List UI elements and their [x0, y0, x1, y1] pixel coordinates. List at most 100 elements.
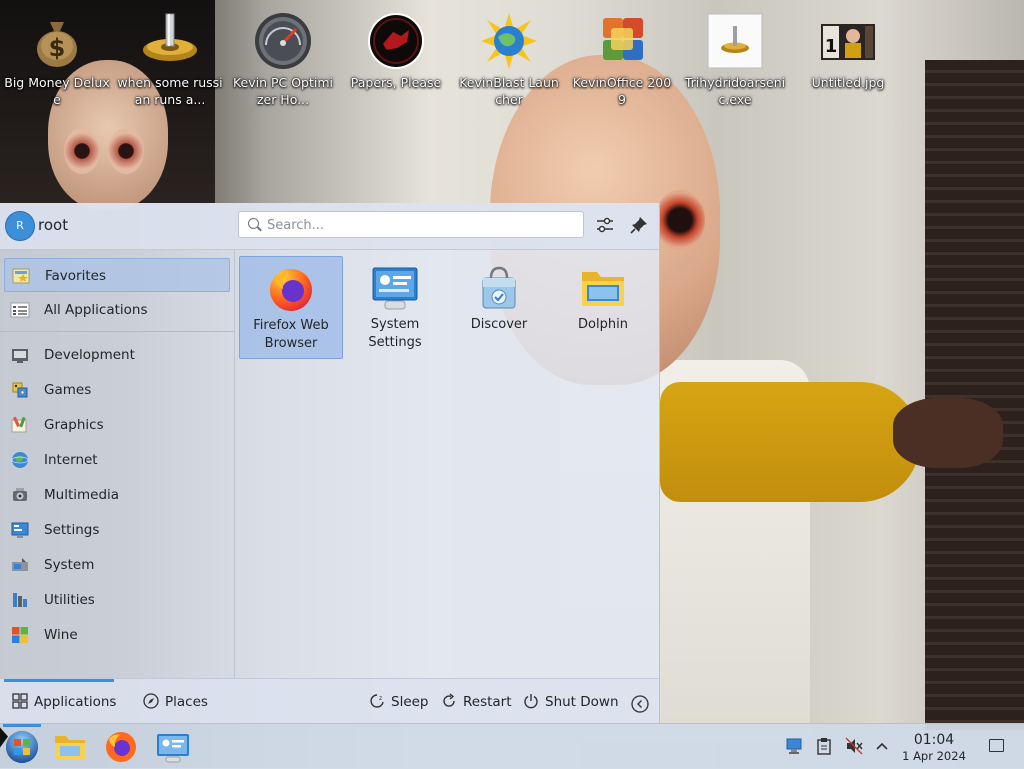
development-icon — [12, 349, 28, 363]
restart-icon — [441, 693, 457, 709]
desktop-icon-russian-runs[interactable]: when some russian runs a... — [113, 8, 227, 108]
category-sidebar: Favorites All Applications Development G… — [0, 250, 235, 678]
favorites-grid: Firefox Web Browser System Settings Disc… — [235, 250, 659, 678]
folder-icon — [55, 736, 85, 760]
svg-text:1: 1 — [825, 36, 838, 57]
discover-shopping-bag-icon — [475, 264, 523, 312]
firefox-icon — [267, 265, 315, 313]
app-tile-discover[interactable]: Discover — [447, 256, 551, 359]
clipboard-icon — [817, 738, 831, 755]
taskbar-firefox[interactable] — [103, 729, 139, 765]
all-applications-icon — [10, 302, 30, 318]
internet-globe-icon — [11, 452, 29, 468]
restart-button[interactable]: Restart — [441, 692, 512, 714]
app-tile-dolphin[interactable]: Dolphin — [551, 256, 655, 359]
active-tab-indicator — [4, 679, 114, 682]
system-settings-icon — [157, 734, 189, 763]
category-internet[interactable]: Internet — [4, 443, 230, 477]
application-launcher: R root Favorites All Applications Develo… — [0, 203, 660, 724]
category-utilities[interactable]: Utilities — [4, 583, 230, 617]
clock-time[interactable]: 01:04 — [900, 732, 968, 748]
wallpaper-eye — [108, 128, 144, 174]
start-orb-icon — [6, 731, 38, 763]
svg-text:$: $ — [49, 34, 66, 62]
application-launcher-button[interactable] — [4, 729, 40, 765]
wallpaper-figure-hand — [893, 398, 1003, 468]
system-icon — [12, 558, 28, 571]
category-graphics[interactable]: Graphics — [4, 408, 230, 442]
taskbar-dolphin[interactable] — [52, 729, 88, 765]
category-games[interactable]: Games — [4, 373, 230, 407]
pin-icon — [630, 217, 647, 234]
clock-date[interactable]: 1 Apr 2024 — [898, 749, 970, 763]
compass-icon — [143, 693, 159, 709]
category-all-applications[interactable]: All Applications — [4, 293, 230, 327]
speedometer-icon — [254, 12, 312, 70]
sliders-icon — [597, 217, 613, 233]
category-wine[interactable]: Wine — [4, 618, 230, 652]
launcher-active-indicator — [3, 724, 41, 727]
wallpaper-door-shutter — [925, 60, 1024, 730]
category-multimedia[interactable]: Multimedia — [4, 478, 230, 512]
app-tile-firefox[interactable]: Firefox Web Browser — [239, 256, 343, 359]
launcher-footer: Applications Places z Sleep Restart Shut … — [0, 678, 659, 724]
multimedia-icon — [13, 488, 27, 501]
blast-globe-icon — [480, 12, 538, 70]
executable-file-icon — [706, 12, 764, 70]
office-logo-icon — [593, 12, 651, 70]
mouse-cursor-icon — [0, 727, 8, 751]
system-settings-icon — [371, 264, 419, 312]
image-file-icon: 1 — [819, 12, 877, 70]
tray-clipboard[interactable] — [815, 737, 833, 755]
settings-icon — [11, 522, 29, 538]
graphics-icon — [11, 416, 27, 433]
pin-button[interactable] — [628, 214, 650, 236]
category-system[interactable]: System — [4, 548, 230, 582]
wallpaper-eye — [655, 190, 705, 250]
search-input[interactable] — [265, 215, 579, 236]
wallpaper-eye — [64, 128, 100, 174]
wallpaper-figure-arm — [660, 382, 920, 502]
sleep-icon: z — [369, 693, 385, 709]
tab-places[interactable]: Places — [143, 692, 208, 714]
divider — [0, 331, 234, 332]
volume-muted-icon — [845, 737, 863, 755]
desktop-icon-big-money-deluxe[interactable]: $ Big Money Deluxe — [0, 8, 114, 108]
launcher-header: R root — [0, 203, 659, 250]
category-settings[interactable]: Settings — [4, 513, 230, 547]
taskbar-system-settings[interactable] — [155, 729, 191, 765]
desktop-icon-kevin-pc-optimizer[interactable]: Kevin PC Optimizer Ho... — [226, 8, 340, 108]
search-icon — [248, 218, 259, 229]
taskbar: 01:04 1 Apr 2024 — [0, 723, 1024, 769]
tray-network[interactable] — [785, 737, 803, 755]
chevron-up-icon — [876, 742, 888, 750]
desktop-icon-kevinblast-launcher[interactable]: KevinBlast Launcher — [452, 8, 566, 108]
utilities-icon — [13, 593, 27, 607]
show-desktop-button[interactable] — [989, 739, 1004, 752]
power-icon — [523, 693, 539, 709]
desktop-icon-trihydridoarsenic[interactable]: Trihydridoarsenic.exe — [678, 8, 792, 108]
tray-expand-button[interactable] — [873, 737, 891, 755]
money-bag-icon: $ — [28, 12, 86, 70]
configure-button[interactable] — [594, 214, 616, 236]
desktop-icon-kevinoffice-2009[interactable]: KevinOffice 2009 — [565, 8, 679, 108]
dolphin-folder-icon — [579, 264, 627, 312]
category-development[interactable]: Development — [4, 338, 230, 372]
desktop-icon-untitled-jpg[interactable]: 1 Untitled.jpg — [791, 8, 905, 91]
papers-please-seal-icon — [367, 12, 425, 70]
wine-windows-icon — [12, 627, 28, 643]
desktop-icon-papers-please[interactable]: Papers, Please — [339, 8, 453, 91]
search-box[interactable] — [238, 211, 584, 238]
favorites-icon — [12, 268, 30, 284]
sleep-button[interactable]: z Sleep — [369, 692, 429, 714]
tray-volume[interactable] — [845, 737, 863, 755]
shut-down-button[interactable]: Shut Down — [523, 692, 619, 714]
tab-applications[interactable]: Applications — [12, 692, 116, 714]
avatar[interactable]: R — [5, 211, 35, 241]
category-favorites[interactable]: Favorites — [4, 258, 230, 292]
more-actions-button[interactable] — [631, 695, 649, 717]
network-icon — [786, 738, 802, 754]
firefox-icon — [106, 732, 136, 762]
app-tile-system-settings[interactable]: System Settings — [343, 256, 447, 359]
username-label: root — [38, 216, 69, 234]
